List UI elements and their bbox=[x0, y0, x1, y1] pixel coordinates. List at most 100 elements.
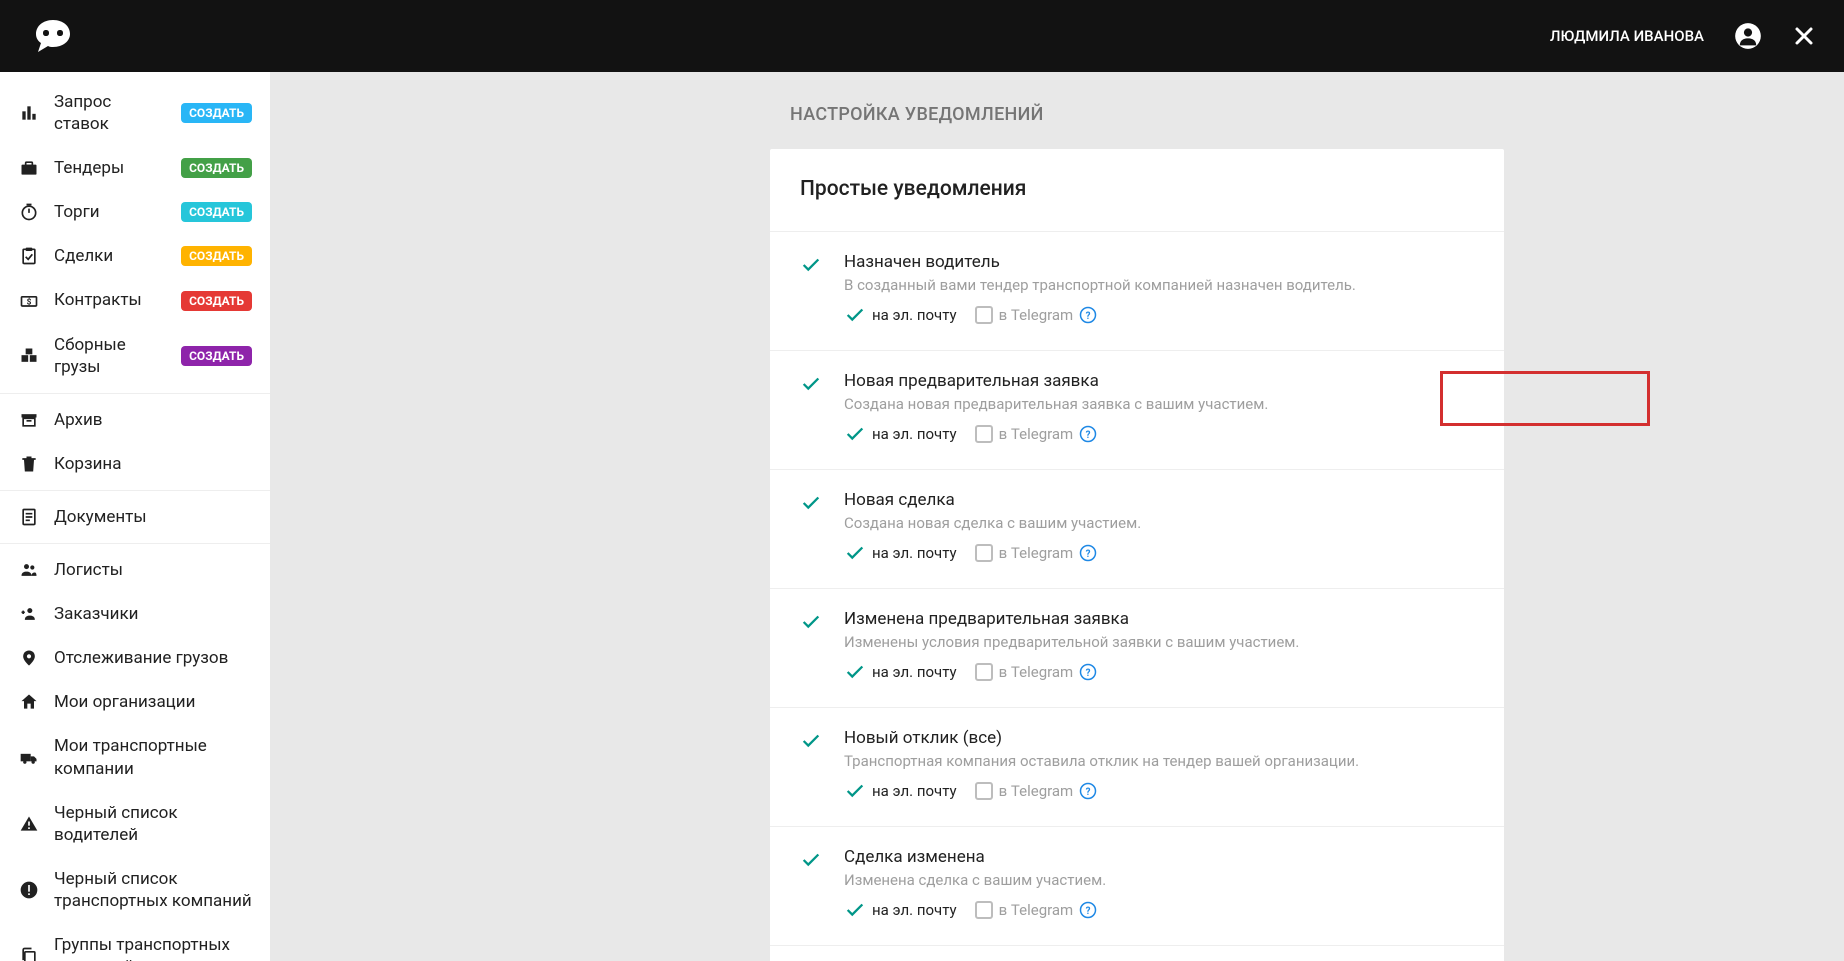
notification-title: Изменена предварительная заявка bbox=[844, 609, 1474, 629]
user-avatar-icon[interactable] bbox=[1734, 22, 1762, 50]
svg-text:?: ? bbox=[1086, 549, 1091, 560]
checkbox-icon[interactable] bbox=[975, 306, 993, 324]
create-badge[interactable]: СОЗДАТЬ bbox=[181, 103, 252, 123]
notification-item: Назначен водитель В созданный вами тенде… bbox=[770, 231, 1504, 350]
help-icon[interactable]: ? bbox=[1079, 306, 1097, 324]
notification-description: Создана новая сделка с вашим участием. bbox=[844, 514, 1474, 532]
telegram-channel[interactable]: в Telegram ? bbox=[975, 782, 1098, 800]
email-label: на эл. почту bbox=[872, 901, 957, 919]
telegram-channel[interactable]: в Telegram ? bbox=[975, 425, 1098, 443]
notification-toggle[interactable] bbox=[800, 254, 822, 276]
notification-description: Создана новая предварительная заявка с в… bbox=[844, 395, 1474, 413]
telegram-channel[interactable]: в Telegram ? bbox=[975, 663, 1098, 681]
notification-toggle[interactable] bbox=[800, 492, 822, 514]
sidebar-item-rates[interactable]: Запрос ставок СОЗДАТЬ bbox=[0, 80, 270, 146]
sidebar-item-consolidated[interactable]: Сборные грузы СОЗДАТЬ bbox=[0, 323, 270, 389]
bar-chart-icon bbox=[18, 102, 40, 124]
checkbox-icon[interactable] bbox=[975, 782, 993, 800]
checkbox-icon[interactable] bbox=[975, 544, 993, 562]
notification-list: Назначен водитель В созданный вами тенде… bbox=[770, 231, 1504, 961]
sidebar-label: Отслеживание грузов bbox=[54, 647, 252, 669]
telegram-channel[interactable]: в Telegram ? bbox=[975, 544, 1098, 562]
create-badge[interactable]: СОЗДАТЬ bbox=[181, 246, 252, 266]
divider bbox=[0, 490, 270, 491]
sidebar-item-blacklist-transport[interactable]: Черный список транспортных компаний bbox=[0, 857, 270, 923]
header-right: ЛЮДМИЛА ИВАНОВА bbox=[1550, 22, 1816, 50]
sidebar-item-documents[interactable]: Документы bbox=[0, 495, 270, 539]
help-icon[interactable]: ? bbox=[1079, 782, 1097, 800]
notification-title: Новый отклик (все) bbox=[844, 728, 1474, 748]
sidebar-item-tenders[interactable]: Тендеры СОЗДАТЬ bbox=[0, 146, 270, 190]
notification-toggle[interactable] bbox=[800, 611, 822, 633]
check-icon bbox=[844, 423, 866, 445]
sidebar-item-auctions[interactable]: Торги СОЗДАТЬ bbox=[0, 190, 270, 234]
svg-text:?: ? bbox=[1086, 311, 1091, 322]
svg-text:?: ? bbox=[1086, 787, 1091, 798]
sidebar-item-logisticians[interactable]: Логисты bbox=[0, 548, 270, 592]
check-icon bbox=[844, 780, 866, 802]
email-channel[interactable]: на эл. почту bbox=[844, 780, 957, 802]
svg-text:?: ? bbox=[1086, 430, 1091, 441]
help-icon[interactable]: ? bbox=[1079, 425, 1097, 443]
warning-icon bbox=[18, 813, 40, 835]
email-label: на эл. почту bbox=[872, 544, 957, 562]
telegram-channel[interactable]: в Telegram ? bbox=[975, 306, 1098, 324]
sidebar-item-my-transport[interactable]: Мои транспортные компании bbox=[0, 724, 270, 790]
svg-text:$: $ bbox=[27, 296, 32, 307]
help-icon[interactable]: ? bbox=[1079, 544, 1097, 562]
sidebar-item-blacklist-drivers[interactable]: Черный список водителей bbox=[0, 791, 270, 857]
email-channel[interactable]: на эл. почту bbox=[844, 899, 957, 921]
email-channel[interactable]: на эл. почту bbox=[844, 542, 957, 564]
sidebar-item-transport-groups[interactable]: Группы транспортных компаний bbox=[0, 923, 270, 961]
sidebar-item-customers[interactable]: Заказчики bbox=[0, 592, 270, 636]
sidebar: Запрос ставок СОЗДАТЬ Тендеры СОЗДАТЬ То… bbox=[0, 72, 270, 961]
sidebar-item-contracts[interactable]: $ Контракты СОЗДАТЬ bbox=[0, 278, 270, 322]
logo[interactable] bbox=[28, 14, 78, 59]
notifications-card: Простые уведомления Назначен водитель В … bbox=[770, 149, 1504, 961]
create-badge[interactable]: СОЗДАТЬ bbox=[181, 158, 252, 178]
sidebar-label: Черный список транспортных компаний bbox=[54, 868, 252, 912]
notification-toggle[interactable] bbox=[800, 730, 822, 752]
content-area: НАСТРОЙКА УВЕДОМЛЕНИЙ Простые уведомлени… bbox=[270, 72, 1844, 961]
create-badge[interactable]: СОЗДАТЬ bbox=[181, 202, 252, 222]
check-icon bbox=[844, 899, 866, 921]
sidebar-label: Контракты bbox=[54, 289, 167, 311]
checkbox-icon[interactable] bbox=[975, 901, 993, 919]
sidebar-item-trash[interactable]: Корзина bbox=[0, 442, 270, 486]
notification-item: Новая сделка Создана новая сделка с ваши… bbox=[770, 469, 1504, 588]
email-channel[interactable]: на эл. почту bbox=[844, 304, 957, 326]
sidebar-label: Сделки bbox=[54, 245, 167, 267]
telegram-channel[interactable]: в Telegram ? bbox=[975, 901, 1098, 919]
checkbox-icon[interactable] bbox=[975, 663, 993, 681]
sidebar-item-deals[interactable]: Сделки СОЗДАТЬ bbox=[0, 234, 270, 278]
sidebar-label: Сборные грузы bbox=[54, 334, 167, 378]
copy-icon bbox=[18, 945, 40, 961]
sidebar-item-tracking[interactable]: Отслеживание грузов bbox=[0, 636, 270, 680]
sidebar-label: Документы bbox=[54, 506, 252, 528]
telegram-label: в Telegram bbox=[999, 782, 1074, 800]
notification-item: Новый отклик (все) Транспортная компания… bbox=[770, 707, 1504, 826]
archive-icon bbox=[18, 409, 40, 431]
notification-description: Изменены условия предварительной заявки … bbox=[844, 633, 1474, 651]
truck-icon bbox=[18, 747, 40, 769]
sidebar-label: Заказчики bbox=[54, 603, 252, 625]
help-icon[interactable]: ? bbox=[1079, 663, 1097, 681]
notification-toggle[interactable] bbox=[800, 373, 822, 395]
email-channel[interactable]: на эл. почту bbox=[844, 423, 957, 445]
sidebar-label: Запрос ставок bbox=[54, 91, 167, 135]
notification-toggle[interactable] bbox=[800, 849, 822, 871]
create-badge[interactable]: СОЗДАТЬ bbox=[181, 346, 252, 366]
svg-text:?: ? bbox=[1086, 906, 1091, 917]
notification-description: Изменена сделка с вашим участием. bbox=[844, 871, 1474, 889]
checkbox-icon[interactable] bbox=[975, 425, 993, 443]
email-channel[interactable]: на эл. почту bbox=[844, 661, 957, 683]
help-icon[interactable]: ? bbox=[1079, 901, 1097, 919]
divider bbox=[0, 543, 270, 544]
sidebar-item-archive[interactable]: Архив bbox=[0, 398, 270, 442]
notification-title: Новая предварительная заявка bbox=[844, 371, 1474, 391]
sidebar-item-my-orgs[interactable]: Мои организации bbox=[0, 680, 270, 724]
check-icon bbox=[844, 661, 866, 683]
sidebar-label: Архив bbox=[54, 409, 252, 431]
close-icon[interactable] bbox=[1792, 24, 1816, 48]
create-badge[interactable]: СОЗДАТЬ bbox=[181, 291, 252, 311]
